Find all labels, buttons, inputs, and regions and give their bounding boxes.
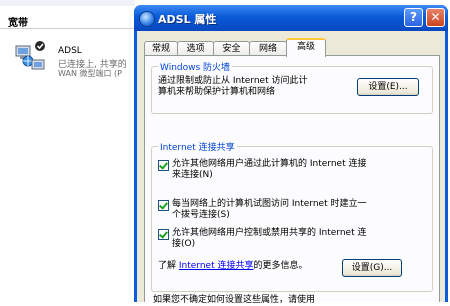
firewall-settings-button[interactable]: 设置(E)... — [357, 78, 419, 96]
ics-option3-label-line2: 接(O) — [172, 239, 196, 249]
ics-group: Internet 连接共享 允许其他网络用户通过此计算机的 Internet 连… — [151, 140, 433, 292]
window-top-strip — [0, 0, 135, 6]
section-heading: 宽带 — [8, 18, 28, 29]
tab-options[interactable]: 选项 — [177, 41, 214, 56]
title-bar[interactable]: ADSL 属性 ? ✕ — [134, 5, 448, 31]
tab-advanced[interactable]: 高级 — [286, 38, 326, 57]
advanced-tab-panel: Windows 防火墙 通过限制或防止从 Internet 访问此计 算机来帮助… — [144, 55, 440, 305]
footer-hint-text: 如果您不确定如何设置这些属性，请使用 — [153, 295, 316, 305]
firewall-group-title: Windows 防火墙 — [158, 60, 233, 73]
dialog-client-area: 常规 选项 安全 网络 高级 Windows 防火墙 通过限制或防止从 Inte… — [137, 31, 445, 305]
tab-networking[interactable]: 网络 — [249, 41, 287, 56]
firewall-group: Windows 防火墙 通过限制或防止从 Internet 访问此计 算机来帮助… — [151, 60, 433, 114]
ics-option2-label-line1: 每当网络上的计算机试图访问 Internet 时建立一 — [172, 199, 367, 209]
ics-allow-control-checkbox[interactable] — [158, 229, 169, 240]
broadband-connection-icon[interactable] — [12, 40, 48, 74]
learn-suffix: 的更多信息。 — [253, 261, 308, 271]
tab-security[interactable]: 安全 — [213, 41, 250, 56]
section-divider — [0, 28, 135, 29]
ics-option2-label-line2: 个拨号连接(S) — [172, 210, 230, 220]
dialog-title: ADSL 属性 — [158, 13, 217, 26]
ics-allow-connect-checkbox[interactable] — [158, 160, 169, 171]
firewall-description-line2: 算机来帮助保护计算机和网络 — [158, 87, 276, 97]
help-button[interactable]: ? — [404, 8, 423, 27]
network-globe-icon — [139, 11, 155, 27]
ics-option3-label-line1: 允许其他网络用户控制或禁用共享的 Internet 连 — [172, 228, 367, 238]
ics-group-title: Internet 连接共享 — [158, 140, 237, 153]
connection-name: ADSL — [58, 46, 82, 56]
ics-settings-button[interactable]: 设置(G)... — [342, 259, 402, 277]
tab-general[interactable]: 常规 — [144, 41, 178, 56]
ics-option1-label-line1: 允许其他网络用户通过此计算机的 Internet 连接 — [172, 159, 367, 169]
adsl-properties-dialog: ADSL 属性 ? ✕ 常规 选项 安全 网络 高级 Windows 防火墙 通… — [134, 5, 448, 305]
firewall-description-line1: 通过限制或防止从 Internet 访问此计 — [158, 76, 308, 86]
ics-help-link[interactable]: Internet 连接共享 — [179, 261, 254, 271]
ics-option1-label-line2: 来连接(N) — [172, 170, 213, 180]
connection-device: WAN 微型端口 (P — [58, 69, 122, 78]
close-button[interactable]: ✕ — [426, 8, 445, 27]
learn-prefix: 了解 — [158, 261, 177, 271]
ics-dial-on-demand-checkbox[interactable] — [158, 200, 169, 211]
ics-learn-more-text: 了解 Internet 连接共享的更多信息。 — [158, 261, 308, 272]
